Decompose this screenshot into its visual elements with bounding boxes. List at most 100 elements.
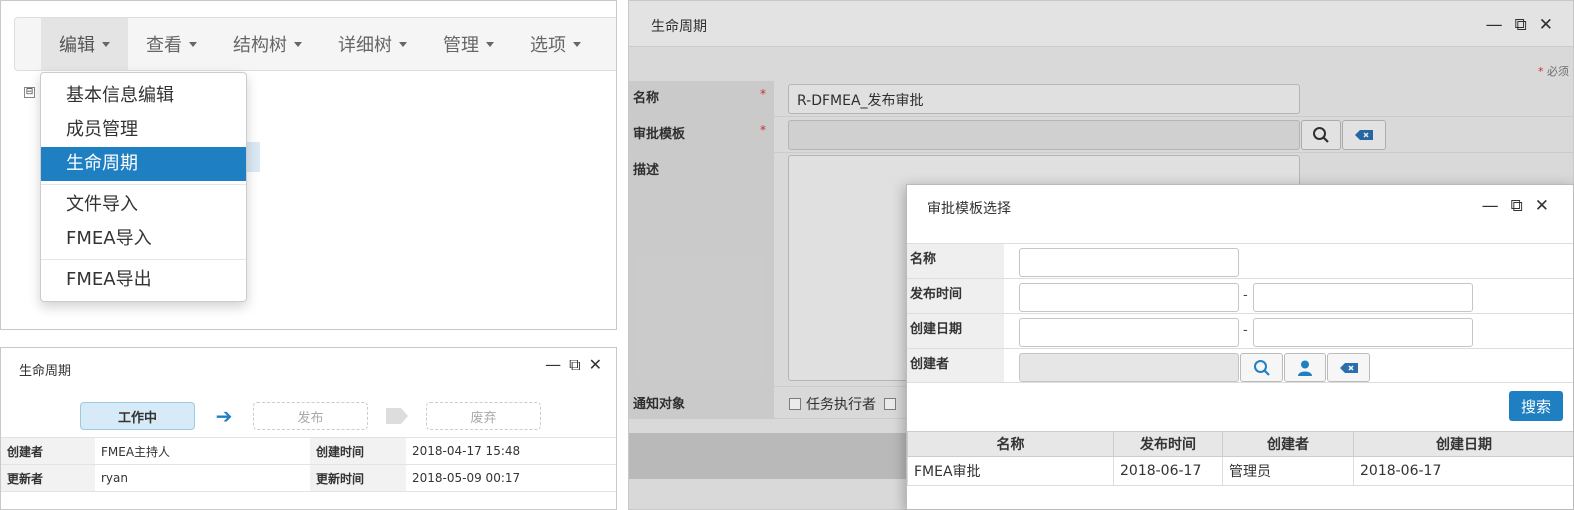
publish-time-from-input[interactable]	[1019, 283, 1239, 312]
template-search-button[interactable]	[1301, 120, 1341, 150]
edit-dropdown-menu: 基本信息编辑 成员管理 生命周期 文件导入 FMEA导入 FMEA导出	[40, 72, 247, 302]
stage-publish[interactable]: 发布	[253, 402, 368, 430]
search-icon	[1253, 359, 1270, 376]
creator-clear-button[interactable]	[1327, 353, 1370, 382]
template-clear-button[interactable]	[1342, 120, 1386, 150]
caret-down-icon	[486, 41, 494, 47]
window-controls: — ⧉ ✕	[1486, 15, 1553, 35]
required-star: *	[760, 123, 766, 137]
notify-label: 通知对象	[629, 387, 774, 418]
menu-panel: 编辑 查看 结构树 详细树 管理 选项 ⊟ 基本信息编辑 成员管理 生命周期 文…	[0, 0, 617, 330]
maximize-icon[interactable]: ⧉	[1515, 15, 1527, 35]
menu-edit-label: 编辑	[59, 35, 95, 56]
menu-item-basic-info-edit[interactable]: 基本信息编辑	[41, 79, 246, 113]
create-date-to-input[interactable]	[1253, 318, 1473, 347]
menu-item-lifecycle[interactable]: 生命周期	[41, 147, 246, 181]
required-note-text: 必须	[1547, 65, 1569, 78]
stage-discard[interactable]: 废弃	[426, 402, 541, 430]
menu-options[interactable]: 选项	[512, 18, 599, 70]
required-star: *	[760, 87, 766, 101]
name-field[interactable]: R-DFMEA_发布审批	[788, 84, 1300, 114]
stage-working[interactable]: 工作中	[80, 402, 195, 430]
menu-edit[interactable]: 编辑	[41, 18, 128, 70]
range-separator: -	[1243, 288, 1248, 303]
creator-search-button[interactable]	[1240, 353, 1283, 382]
menubar: 编辑 查看 结构树 详细树 管理 选项	[14, 17, 616, 71]
caret-down-icon	[102, 41, 110, 47]
window-header	[629, 1, 1573, 47]
updated-time-label: 更新时间	[310, 464, 406, 492]
creator-input[interactable]	[1019, 353, 1239, 382]
created-time-label: 创建时间	[310, 437, 406, 465]
arrow-right-icon: ➔	[215, 404, 233, 428]
column-header-create-date[interactable]: 创建日期	[1353, 431, 1573, 457]
template-field[interactable]	[788, 120, 1300, 150]
close-icon[interactable]: ✕	[589, 356, 602, 374]
window-controls: — ⧉ ✕	[1482, 196, 1549, 216]
close-icon[interactable]: ✕	[1535, 196, 1549, 216]
menu-item-file-import[interactable]: 文件导入	[41, 188, 246, 222]
description-label: 描述	[629, 153, 774, 386]
caret-down-icon	[573, 41, 581, 47]
form-row-template: 审批模板 *	[629, 117, 1573, 153]
caret-down-icon	[399, 41, 407, 47]
checkbox[interactable]	[884, 398, 897, 410]
filter-create-date-label: 创建日期	[907, 314, 1004, 348]
maximize-icon[interactable]: ⧉	[569, 356, 580, 374]
checkbox[interactable]	[789, 398, 801, 410]
menu-options-label: 选项	[530, 35, 566, 56]
range-separator: -	[1243, 323, 1248, 338]
updated-time-value: 2018-05-09 00:17	[406, 464, 616, 492]
caret-down-icon	[294, 41, 302, 47]
table-row: 更新者 ryan 更新时间 2018-05-09 00:17	[1, 464, 616, 492]
menu-view-label: 查看	[146, 35, 182, 56]
menu-manage[interactable]: 管理	[425, 18, 512, 70]
column-header-creator[interactable]: 创建者	[1222, 431, 1354, 457]
menu-view[interactable]: 查看	[128, 18, 215, 70]
cell-create-date: 2018-06-17	[1353, 456, 1573, 486]
template-select-dialog: 审批模板选择 — ⧉ ✕ 名称 发布时间 - 创建日期 - 创建者 搜索 名称 …	[906, 184, 1574, 510]
minimize-icon[interactable]: —	[1482, 196, 1499, 216]
menu-detail-tree[interactable]: 详细树	[320, 18, 425, 70]
caret-down-icon	[189, 41, 197, 47]
column-header-name[interactable]: 名称	[907, 431, 1114, 457]
cell-name: FMEA审批	[907, 456, 1114, 486]
menu-item-fmea-export[interactable]: FMEA导出	[41, 263, 246, 297]
search-button[interactable]: 搜索	[1509, 391, 1563, 421]
updater-value: ryan	[95, 464, 310, 492]
column-header-publish-time[interactable]: 发布时间	[1113, 431, 1223, 457]
minimize-icon[interactable]: —	[545, 356, 561, 374]
table-row[interactable]: FMEA审批 2018-06-17 管理员 2018-06-17	[907, 456, 1573, 486]
template-label: 审批模板	[629, 117, 774, 152]
table-row: 创建者 FMEA主持人 创建时间 2018-04-17 15:48	[1, 437, 616, 465]
menu-structure-tree[interactable]: 结构树	[215, 18, 320, 70]
notify-option[interactable]: 任务执行者	[789, 394, 901, 414]
menu-item-fmea-import[interactable]: FMEA导入	[41, 222, 246, 256]
create-date-from-input[interactable]	[1019, 318, 1239, 347]
clear-backspace-icon	[1355, 130, 1373, 140]
minimize-icon[interactable]: —	[1486, 15, 1503, 35]
maximize-icon[interactable]: ⧉	[1511, 196, 1523, 216]
form-row-name: 名称 * R-DFMEA_发布审批	[629, 81, 1573, 117]
tree-collapse-icon[interactable]: ⊟	[24, 87, 35, 98]
lifecycle-stages: 工作中 ➔ 发布 废弃	[80, 402, 541, 430]
filter-name-label: 名称	[907, 244, 1004, 278]
creator-select-user-button[interactable]	[1284, 353, 1326, 382]
cell-publish-time: 2018-06-17	[1113, 456, 1223, 486]
window-controls: — ⧉ ✕	[545, 356, 602, 374]
table-header-row: 名称 发布时间 创建者 创建日期	[907, 431, 1573, 457]
name-label: 名称	[629, 81, 774, 116]
notify-option-label: 任务执行者	[806, 397, 876, 413]
panel-title: 生命周期	[19, 364, 72, 379]
lifecycle-panel: 生命周期 — ⧉ ✕ 工作中 ➔ 发布 废弃 创建者 FMEA主持人 创建时间 …	[0, 347, 617, 510]
menu-item-member-manage[interactable]: 成员管理	[41, 113, 246, 147]
close-icon[interactable]: ✕	[1539, 15, 1553, 35]
filter-row-publish-time: 发布时间 -	[907, 278, 1573, 313]
cell-creator: 管理员	[1222, 456, 1354, 486]
lifecycle-info-table: 创建者 FMEA主持人 创建时间 2018-04-17 15:48 更新者 ry…	[1, 437, 616, 492]
menu-detail-tree-label: 详细树	[338, 35, 392, 56]
menu-divider	[41, 259, 246, 260]
filter-row-creator: 创建者	[907, 348, 1573, 383]
filter-name-input[interactable]	[1019, 248, 1239, 277]
publish-time-to-input[interactable]	[1253, 283, 1473, 312]
